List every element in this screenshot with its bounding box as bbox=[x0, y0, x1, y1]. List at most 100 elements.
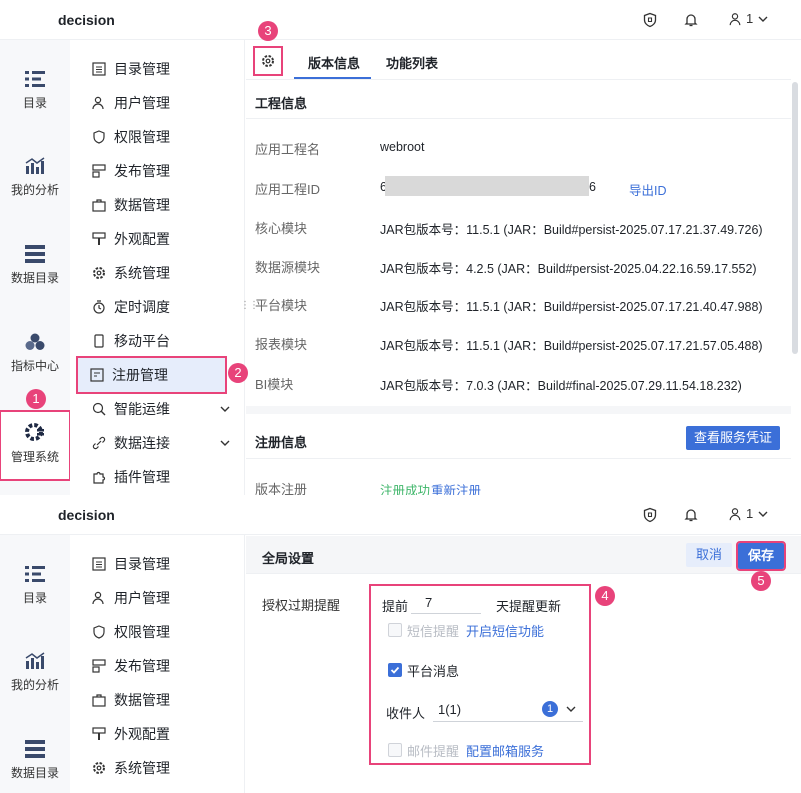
menu-item-system[interactable]: 系统管理 bbox=[80, 256, 235, 290]
bottom-header: decision 1 bbox=[0, 495, 801, 535]
tab-function-list[interactable]: 功能列表 bbox=[386, 53, 438, 72]
app-logo: decision bbox=[58, 12, 115, 28]
project-id-end: 6 bbox=[589, 180, 596, 194]
redacted-id-block bbox=[385, 176, 589, 196]
bell-icon[interactable] bbox=[683, 12, 699, 28]
rail-item-catalog[interactable]: 目录 bbox=[0, 70, 70, 111]
menu-item-data[interactable]: 数据管理 bbox=[80, 683, 235, 717]
cubes-icon bbox=[25, 333, 45, 350]
menu-item-schedule[interactable]: 定时调度 bbox=[80, 290, 235, 324]
rail-label: 数据目录 bbox=[10, 271, 59, 285]
global-settings-bar: 全局设置 取消 保存 bbox=[246, 536, 801, 574]
configure-email-link[interactable]: 配置邮箱服务 bbox=[466, 741, 544, 760]
days-input[interactable]: 7 bbox=[411, 592, 481, 614]
top-admin-menu: 目录管理 用户管理 权限管理 发布管理 数据管理 外观配置 系统管理 定时调度 … bbox=[70, 40, 245, 495]
rail-item-analysis[interactable]: 我的分析 bbox=[0, 652, 70, 693]
menu-item-users[interactable]: 用户管理 bbox=[80, 86, 235, 120]
menu-item-permissions[interactable]: 权限管理 bbox=[80, 615, 235, 649]
active-tab-indicator bbox=[294, 77, 371, 79]
bottom-rail: 目录 我的分析 数据目录 bbox=[0, 535, 70, 793]
database-icon bbox=[25, 740, 45, 758]
rail-item-metrics[interactable]: 指标中心 bbox=[0, 333, 70, 374]
bottom-admin-menu: 目录管理 用户管理 权限管理 发布管理 数据管理 外观配置 系统管理 bbox=[70, 535, 245, 793]
row-label: 应用工程ID bbox=[255, 182, 321, 197]
shield-icon[interactable] bbox=[642, 12, 658, 28]
user-icon bbox=[729, 507, 741, 520]
rail-item-data-catalog[interactable]: 数据目录 bbox=[0, 740, 70, 781]
rail-item-analysis[interactable]: 我的分析 bbox=[0, 157, 70, 198]
menu-item-permissions[interactable]: 权限管理 bbox=[80, 120, 235, 154]
row-label: 核心模块 bbox=[255, 221, 308, 236]
row-label: 平台模块 bbox=[255, 298, 308, 313]
app-logo: decision bbox=[58, 507, 115, 523]
project-name-value: webroot bbox=[380, 140, 425, 154]
menu-item-catalog[interactable]: 目录管理 bbox=[80, 52, 235, 86]
bell-icon[interactable] bbox=[683, 507, 699, 523]
shield-icon[interactable] bbox=[642, 507, 658, 523]
rail-item-data-catalog[interactable]: 数据目录 bbox=[0, 245, 70, 286]
catalog-icon bbox=[25, 566, 45, 582]
recipient-select[interactable]: 1(1) 1 bbox=[433, 697, 583, 722]
recipient-label: 收件人 bbox=[386, 706, 426, 721]
step-badge-2: 2 bbox=[228, 363, 248, 383]
gear-icon bbox=[262, 55, 274, 67]
save-button[interactable]: 保存 bbox=[736, 541, 786, 571]
sms-label: 短信提醒 bbox=[407, 624, 460, 639]
rail-item-admin[interactable]: 管理系统 bbox=[0, 410, 71, 481]
row-value: JAR包版本号：4.2.5 (JAR：Build#persist-2025.04… bbox=[380, 262, 757, 276]
section-gap bbox=[246, 406, 791, 414]
timer-icon bbox=[93, 300, 105, 314]
step-badge-4: 4 bbox=[595, 586, 615, 606]
user-menu[interactable]: 1 bbox=[728, 506, 769, 521]
rail-item-catalog[interactable]: 目录 bbox=[0, 565, 70, 606]
row-label: 报表模块 bbox=[255, 337, 308, 352]
user-menu[interactable]: 1 bbox=[728, 11, 769, 26]
sms-checkbox[interactable] bbox=[388, 621, 402, 639]
divider bbox=[246, 458, 791, 459]
tab-version-info[interactable]: 版本信息 bbox=[308, 53, 360, 72]
menu-item-appearance[interactable]: 外观配置 bbox=[80, 222, 235, 256]
gear-icon bbox=[93, 267, 105, 279]
global-settings-title: 全局设置 bbox=[262, 551, 315, 566]
publish-icon bbox=[92, 659, 106, 673]
menu-item-catalog[interactable]: 目录管理 bbox=[80, 547, 235, 581]
chevron-down-icon bbox=[758, 511, 768, 517]
row-value: JAR包版本号：11.5.1 (JAR：Build#persist-2025.0… bbox=[380, 300, 763, 314]
top-header: decision 1 bbox=[0, 0, 801, 40]
menu-item-publish[interactable]: 发布管理 bbox=[80, 154, 235, 188]
user-icon bbox=[92, 591, 104, 605]
puzzle-icon bbox=[93, 471, 106, 484]
rail-label: 指标中心 bbox=[10, 359, 59, 373]
menu-item-mobile[interactable]: 移动平台 bbox=[80, 324, 235, 358]
email-checkbox[interactable] bbox=[388, 741, 402, 759]
menu-item-data[interactable]: 数据管理 bbox=[80, 188, 235, 222]
menu-item-system[interactable]: 系统管理 bbox=[80, 751, 235, 785]
settings-gear-button[interactable] bbox=[253, 46, 283, 76]
mobile-icon bbox=[94, 334, 104, 348]
menu-item-register[interactable]: 注册管理 bbox=[76, 356, 227, 394]
recipient-count-badge: 1 bbox=[542, 701, 558, 717]
cancel-button[interactable]: 取消 bbox=[686, 543, 732, 567]
expire-reminder-label: 授权过期提醒 bbox=[262, 598, 341, 613]
menu-item-publish[interactable]: 发布管理 bbox=[80, 649, 235, 683]
menu-item-connections[interactable]: 数据连接 bbox=[80, 426, 235, 460]
after-label: 天提醒更新 bbox=[496, 599, 562, 614]
menu-item-ops[interactable]: 智能运维 bbox=[80, 392, 235, 426]
brush-icon bbox=[92, 727, 106, 740]
list-icon bbox=[92, 62, 106, 76]
platform-msg-checkbox[interactable] bbox=[388, 661, 402, 679]
menu-item-appearance[interactable]: 外观配置 bbox=[80, 717, 235, 751]
briefcase-icon bbox=[92, 199, 106, 212]
menu-item-users[interactable]: 用户管理 bbox=[80, 581, 235, 615]
menu-item-plugins[interactable]: 插件管理 bbox=[80, 460, 235, 494]
row-value: JAR包版本号：11.5.1 (JAR：Build#persist-2025.0… bbox=[380, 339, 763, 353]
scrollbar[interactable] bbox=[792, 82, 798, 354]
user-name: 1 bbox=[746, 506, 754, 521]
divider bbox=[246, 118, 791, 119]
enable-sms-link[interactable]: 开启短信功能 bbox=[466, 621, 544, 640]
recipient-value: 1(1) bbox=[438, 702, 462, 717]
view-credential-button[interactable]: 查看服务凭证 bbox=[686, 426, 780, 450]
shield-icon bbox=[93, 130, 105, 144]
export-id-link[interactable]: 导出ID bbox=[629, 180, 667, 199]
link-icon bbox=[92, 436, 106, 450]
